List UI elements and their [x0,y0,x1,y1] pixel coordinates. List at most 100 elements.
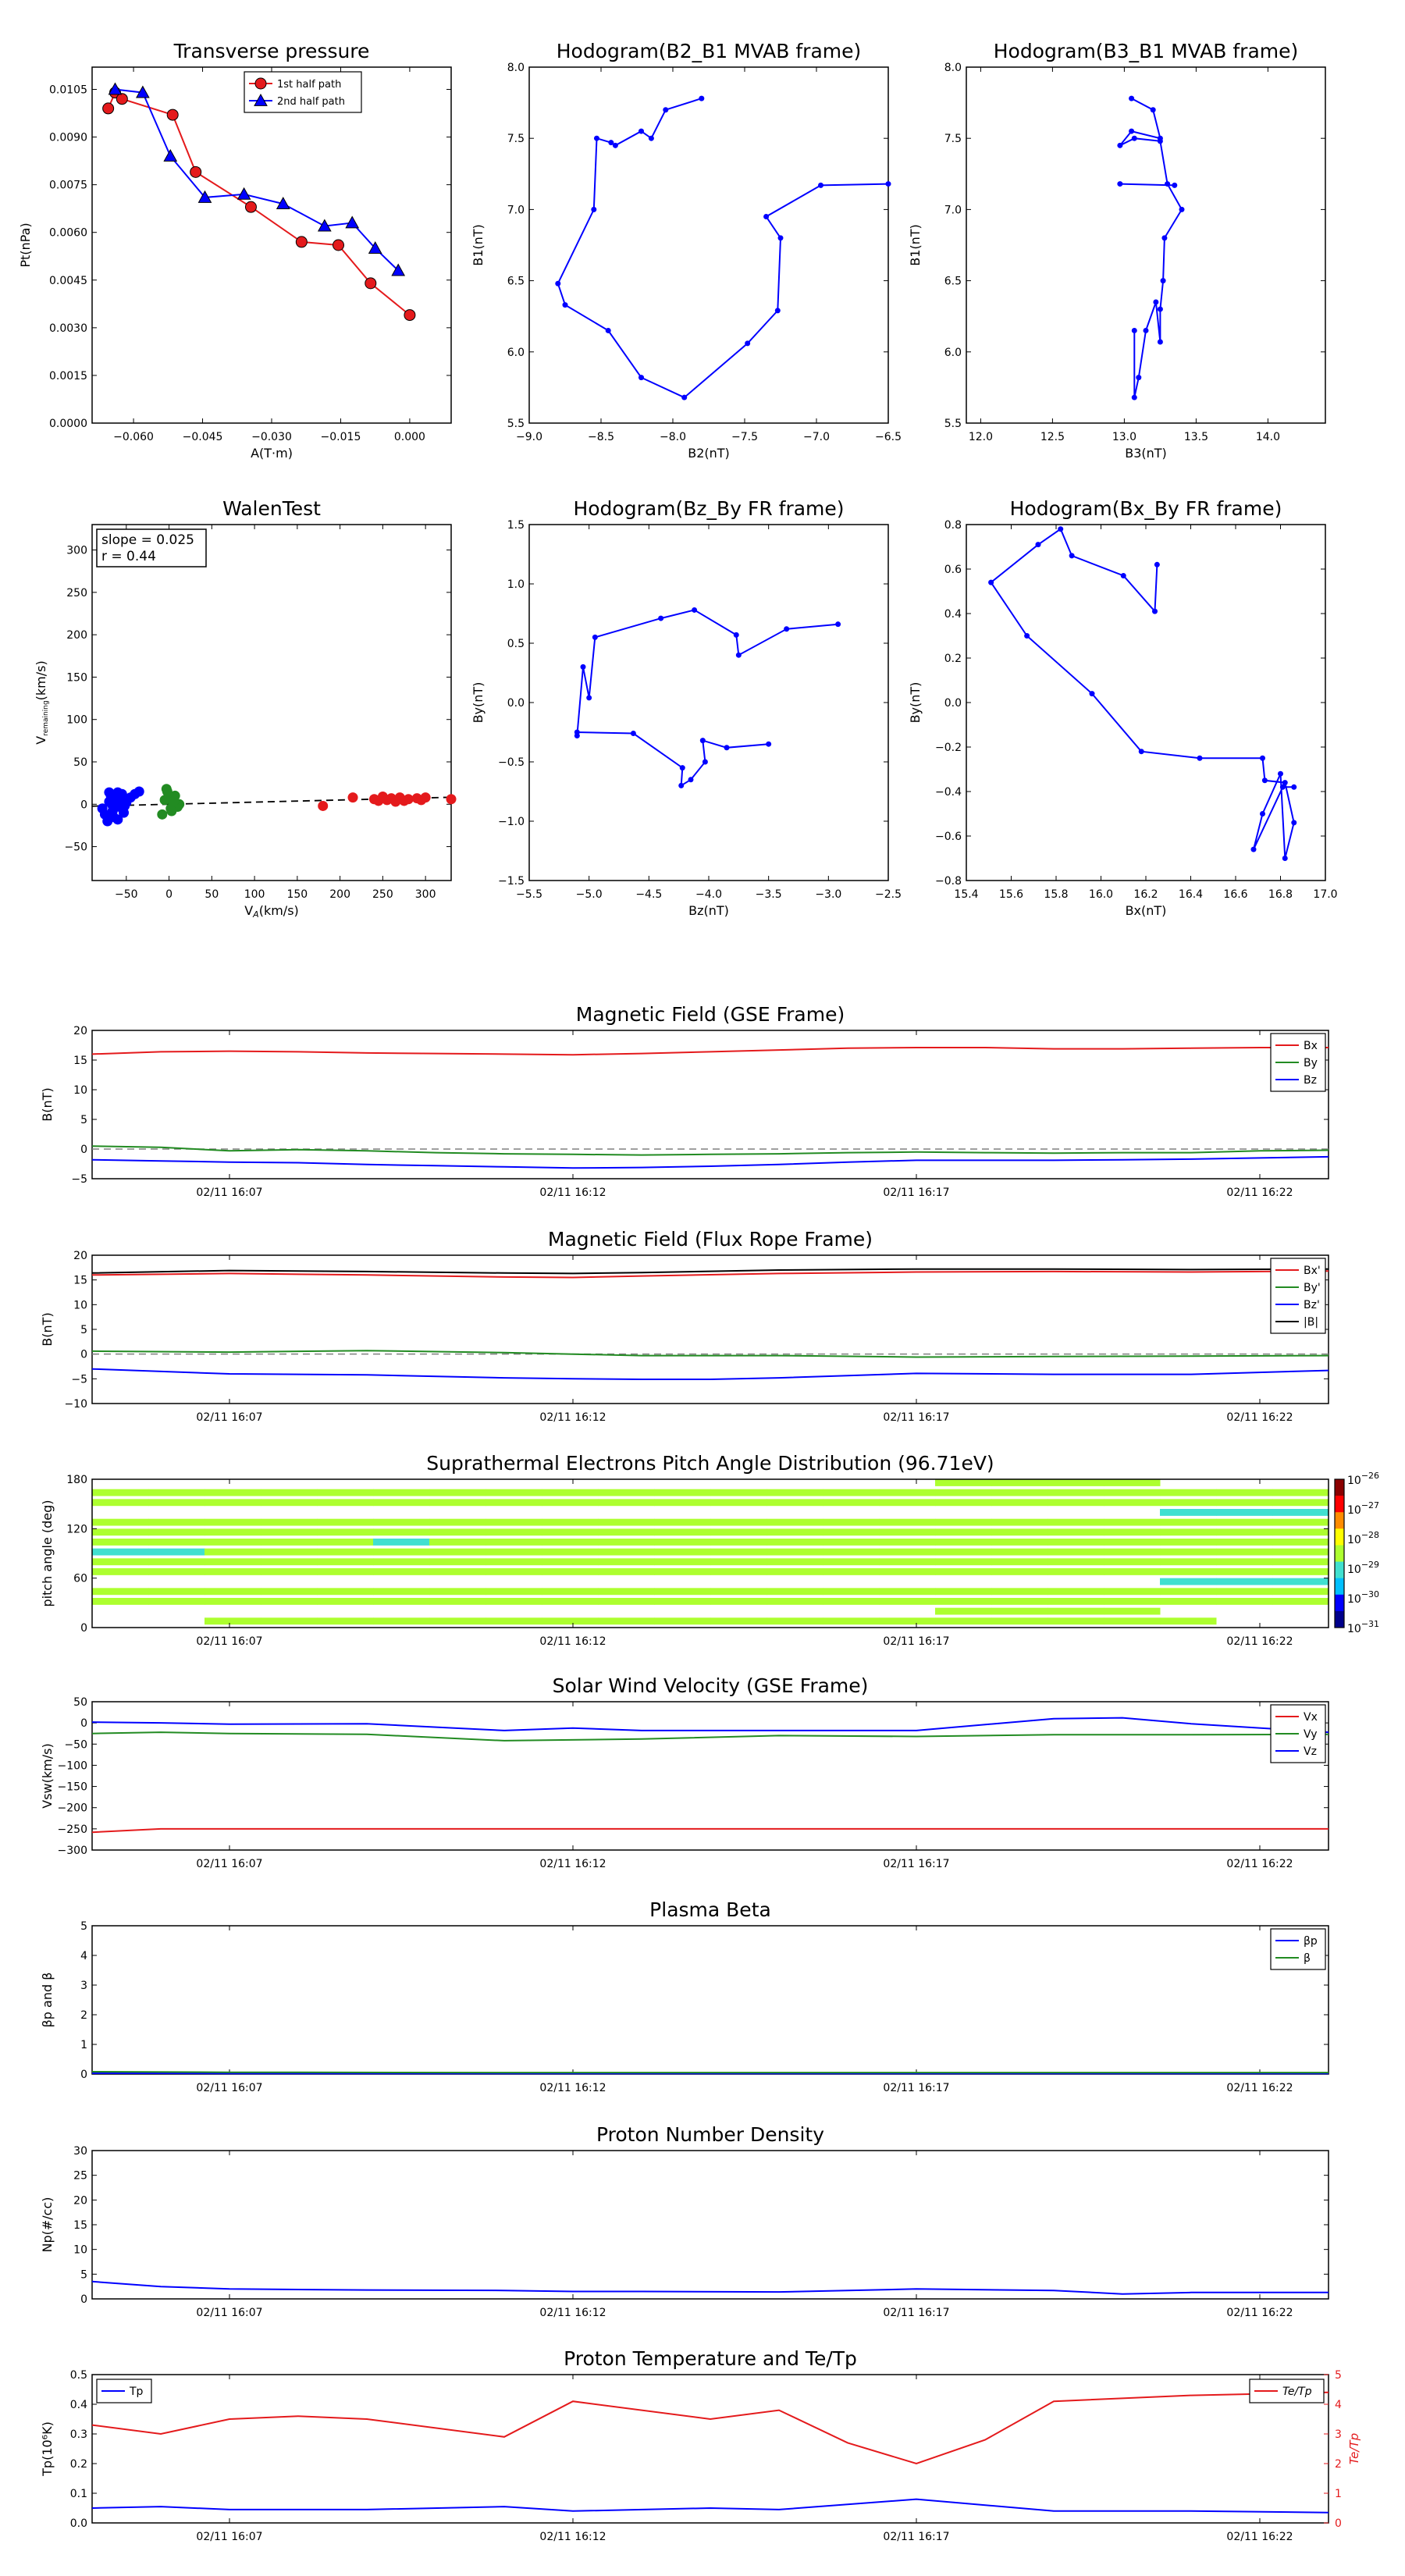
heatmap-cell [598,1548,655,1556]
series-marker [658,615,664,621]
series-marker [1279,784,1286,790]
scatter-point [112,814,123,825]
heatmap-cell [654,1598,711,1605]
heatmap-cell [205,1528,261,1536]
y-tick-label: 10 [73,1299,87,1311]
heatmap-cell [429,1598,486,1605]
legend-label: 1st half path [277,79,341,91]
scatter-point [446,794,457,805]
heatmap-cell [429,1558,486,1566]
plot-frame [528,66,889,424]
series-marker [733,632,739,638]
y-axis-label: By(nT) [471,682,486,724]
y-tick-label: −0.4 [935,786,962,799]
figure-canvas: Transverse pressure −0.060 −0.045 −0.030 −0.… [18,40,1379,2543]
series-marker [1069,553,1075,559]
heatmap-cell [486,1617,542,1625]
y-tick-label: 7.0 [944,204,962,216]
x-tick-label: 02/11 16:12 [539,2531,606,2543]
heatmap-cell [767,1548,823,1556]
heatmap-cell [148,1499,205,1507]
y-tick-label: 0.0015 [49,370,87,382]
heatmap-cell [823,1518,880,1526]
y-tick-label: 0 [80,1144,87,1156]
heatmap-cell [92,1539,149,1546]
heatmap-cell [654,1558,711,1566]
heatmap-cell [317,1568,374,1575]
chart-hodogram_bz_by: Hodogram(Bz_By FR frame) −5.5 −5.0 −4.5 −4.0… [471,497,902,918]
series-line [91,2498,1329,2514]
y-tick-label: 7.5 [944,133,962,145]
y-tick-label: 5.5 [507,418,525,430]
colorbar-tick-label: 10−31 [1347,1619,1379,1635]
legend-label: |B| [1304,1316,1318,1329]
chart-title: Plasma Beta [649,1898,771,1921]
heatmap-cell [1104,1489,1161,1496]
y-tick-label: 0.5 [70,2369,87,2382]
x-tick-label: 02/11 16:22 [1226,2307,1293,2319]
heatmap-cell [317,1588,374,1596]
y-tick-label: 50 [73,1696,87,1709]
series-marker [1117,181,1123,187]
heatmap-cell [991,1598,1048,1605]
heatmap-cell [823,1539,880,1546]
colorbar-segment [1335,1512,1344,1529]
heatmap-cell [823,1558,880,1566]
series-marker [1143,327,1149,333]
heatmap-cell [935,1479,992,1486]
y-tick-label: 0.5 [507,638,525,650]
heatmap-cell [1216,1499,1273,1507]
y-tick-label: 6.0 [507,347,525,359]
y-tick-label: 0.2 [70,2458,87,2471]
heatmap-cell [767,1598,823,1605]
legend-label: βp [1304,1935,1318,1948]
y-tick-label: 0 [80,1349,87,1361]
x-tick-label: 150 [286,888,308,901]
heatmap-cell [1048,1548,1104,1556]
scatter-point [347,792,358,803]
scatter-point [166,806,177,817]
series-marker [1129,128,1135,134]
series-marker [1131,394,1137,400]
heatmap-cell [1160,1528,1217,1536]
x-tick-label: 02/11 16:22 [1226,2531,1293,2543]
heatmap-cell [935,1568,992,1575]
series-line [91,1350,1329,1358]
y-tick-label: −10 [64,1398,87,1411]
heatmap-cell [879,1539,936,1546]
heatmap-cell [317,1518,374,1526]
y-tick-label: 0 [80,2069,87,2081]
heatmap-cell [879,1617,936,1625]
y-tick-label: 0.3 [70,2428,87,2441]
series-marker [699,738,706,744]
x-tick-label: 16.6 [1223,888,1247,901]
plot-frame [91,66,452,424]
heatmap-cell [1160,1568,1217,1575]
chart-title: WalenTest [222,497,321,520]
heatmap-cell [879,1489,936,1496]
heatmap-cell [261,1499,318,1507]
chart-proton_temperature: Proton Temperature and Te/Tp 02/11 16:07 0… [40,2347,1361,2543]
heatmap-cell [205,1588,261,1596]
heatmap-cell [1048,1479,1104,1486]
x-tick-label: 02/11 16:07 [196,2082,262,2094]
scatter-point [119,800,130,811]
heatmap-cell [205,1598,261,1605]
legend-label: 2nd half path [277,96,345,108]
heatmap-cell [542,1528,599,1536]
heatmap-cell [1272,1539,1329,1546]
heatmap-cell [598,1588,655,1596]
y-tick-label: 20 [73,1250,87,1262]
scatter-point [104,787,115,798]
x-tick-label: 12.5 [1040,431,1065,443]
heatmap-cell [317,1617,374,1625]
x-tick-label: −8.0 [660,431,686,443]
heatmap-cell [1104,1499,1161,1507]
series-marker [630,731,636,737]
y-tick-label: 60 [73,1573,87,1585]
x-tick-label: 15.6 [999,888,1023,901]
heatmap-cell [935,1528,992,1536]
y-tick-label: 20 [73,1025,87,1037]
y-tick-label: 0.4 [944,608,962,621]
y-tick-label: 100 [66,714,87,727]
